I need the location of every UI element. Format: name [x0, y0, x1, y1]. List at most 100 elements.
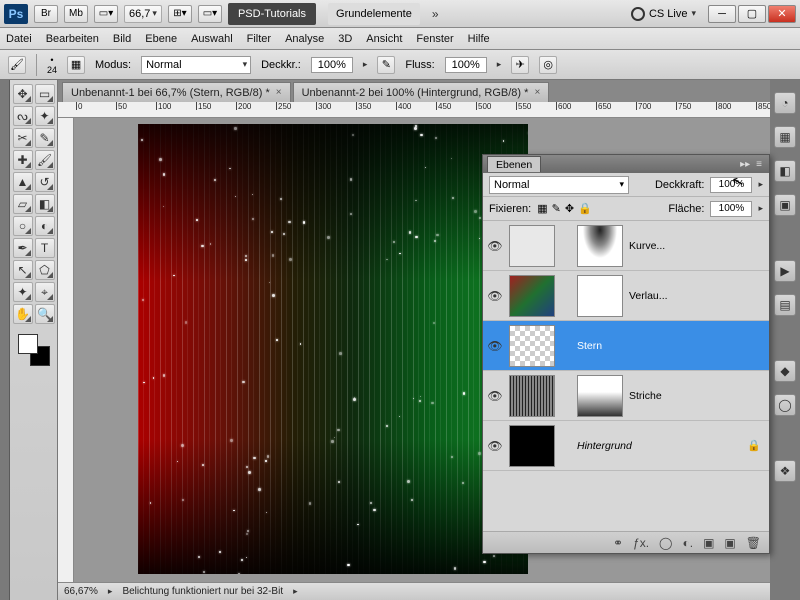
link-layers-icon[interactable]: ⚭ [613, 536, 623, 550]
blur-tool[interactable]: ○ [13, 216, 33, 236]
layers-dock-icon[interactable]: ❖ [774, 460, 796, 482]
pen-tool[interactable]: ✒ [13, 238, 33, 258]
opacity-field[interactable]: 100% [311, 57, 353, 73]
layer-name[interactable]: Striche [629, 390, 765, 402]
menu-ansicht[interactable]: Ansicht [366, 33, 402, 45]
maximize-button[interactable]: ▢ [738, 5, 766, 23]
brush-preview[interactable]: •24 [47, 55, 57, 75]
crop-tool[interactable]: ✂ [13, 128, 33, 148]
visibility-icon[interactable]: 👁 [487, 438, 503, 454]
history-brush-tool[interactable]: ↺ [35, 172, 55, 192]
marquee-tool[interactable]: ▭ [35, 84, 55, 104]
workspace-label[interactable]: Grundelemente [328, 3, 420, 25]
actions-panel-icon[interactable]: ▤ [774, 294, 796, 316]
delete-layer-icon[interactable]: 🗑 [746, 536, 761, 550]
workspace-more-icon[interactable]: » [432, 7, 439, 21]
zoom-dropdown[interactable]: 66,7▾ [124, 5, 162, 23]
canvas[interactable] [138, 124, 528, 574]
color-swatches[interactable] [16, 332, 52, 368]
document-tab[interactable]: Unbenannt-1 bei 66,7% (Stern, RGB/8) *× [62, 82, 291, 102]
layer-thumbnail[interactable] [509, 275, 555, 317]
menu-hilfe[interactable]: Hilfe [468, 33, 490, 45]
minibridge-button[interactable]: Mb [64, 5, 88, 23]
cslive-button[interactable]: CS Live▾ [631, 7, 696, 21]
menu-ebene[interactable]: Ebene [145, 33, 177, 45]
stamp-tool[interactable]: ▲ [13, 172, 33, 192]
layer-group-icon[interactable]: ▣ [703, 536, 714, 550]
pressure-opacity-icon[interactable]: ✎ [377, 56, 395, 74]
swatches-panel-icon[interactable]: ▦ [774, 126, 796, 148]
3d-camera-tool[interactable]: ⌖ [35, 282, 55, 302]
layer-thumbnail[interactable] [509, 425, 555, 467]
layer-row[interactable]: 👁Verlau... [483, 271, 769, 321]
hand-tool[interactable]: ✋ [13, 304, 33, 324]
flow-flyout-icon[interactable]: ▸ [497, 59, 502, 70]
wand-tool[interactable]: ✦ [35, 106, 55, 126]
zoom-tool[interactable]: 🔍 [35, 304, 55, 324]
minimize-button[interactable]: ─ [708, 5, 736, 23]
menu-bild[interactable]: Bild [113, 33, 131, 45]
visibility-icon[interactable]: 👁 [487, 338, 503, 354]
layer-thumbnail[interactable] [509, 375, 555, 417]
horizontal-ruler[interactable]: 0501001502002503003504004505005506006507… [58, 102, 770, 118]
layer-opacity-field[interactable]: 100% [710, 177, 752, 193]
layer-name[interactable]: Stern [577, 340, 765, 352]
status-flyout-icon[interactable]: ▸ [108, 586, 113, 597]
fill-flyout-icon[interactable]: ▸ [758, 203, 763, 214]
mask-thumbnail[interactable] [577, 375, 623, 417]
layer-name[interactable]: Verlau... [629, 290, 765, 302]
lock-transparent-icon[interactable]: ▦ [537, 202, 547, 215]
layer-mask-icon[interactable]: ◯ [659, 536, 672, 550]
screen-mode-button[interactable]: ▭▾ [198, 5, 222, 23]
layer-row[interactable]: 👁 Stern [483, 321, 769, 371]
masks-panel-icon[interactable]: ▣ [774, 194, 796, 216]
menu-analyse[interactable]: Analyse [285, 33, 324, 45]
styles-panel-icon[interactable]: ◆ [774, 360, 796, 382]
close-icon[interactable]: × [534, 87, 540, 98]
opacity-flyout-icon[interactable]: ▸ [363, 59, 368, 70]
brush-tool[interactable]: 🖌 [35, 150, 55, 170]
zoom-extra-button[interactable]: ⊞▾ [168, 5, 192, 23]
status-zoom[interactable]: 66,67% [64, 586, 98, 597]
3d-tool[interactable]: ✦ [13, 282, 33, 302]
flow-field[interactable]: 100% [445, 57, 487, 73]
channels-panel-icon[interactable]: ◯ [774, 394, 796, 416]
foreground-swatch[interactable] [18, 334, 38, 354]
lock-position-icon[interactable]: ✥ [565, 202, 574, 215]
visibility-icon[interactable]: 👁 [487, 238, 503, 254]
path-tool[interactable]: ↖ [13, 260, 33, 280]
menu-fenster[interactable]: Fenster [416, 33, 453, 45]
lock-pixels-icon[interactable]: ✎ [552, 202, 561, 215]
gradient-tool[interactable]: ◧ [35, 194, 55, 214]
new-layer-icon[interactable]: ▣ [724, 536, 735, 550]
healing-tool[interactable]: ✚ [13, 150, 33, 170]
opacity-flyout-icon[interactable]: ▸ [758, 179, 763, 190]
status-flyout-icon[interactable]: ▸ [293, 586, 298, 597]
color-panel-icon[interactable]: ◔ [774, 92, 796, 114]
menu-3d[interactable]: 3D [338, 33, 352, 45]
mask-thumbnail[interactable] [577, 275, 623, 317]
document-tab[interactable]: Unbenannt-2 bei 100% (Hintergrund, RGB/8… [293, 82, 550, 102]
close-icon[interactable]: × [276, 87, 282, 98]
layer-name[interactable]: Kurve... [629, 240, 765, 252]
layer-row[interactable]: 👁Hintergrund🔒 [483, 421, 769, 471]
airbrush-icon[interactable]: ✈ [511, 56, 529, 74]
workspace-switcher[interactable]: PSD-Tutorials [228, 3, 316, 25]
fill-field[interactable]: 100% [710, 201, 752, 217]
layer-fx-icon[interactable]: ƒx. [633, 536, 649, 550]
panel-tab-bar[interactable]: Ebenen ▸▸ ≡ [483, 155, 769, 173]
panel-menu-icon[interactable]: ≡ [753, 159, 765, 170]
layer-thumbnail[interactable] [509, 225, 555, 267]
adjustment-layer-icon[interactable]: ◐. [682, 536, 693, 550]
close-button[interactable]: ✕ [768, 5, 796, 23]
layer-row[interactable]: 👁Striche [483, 371, 769, 421]
menu-filter[interactable]: Filter [247, 33, 271, 45]
type-tool[interactable]: T [35, 238, 55, 258]
brush-panel-icon[interactable]: ▦ [67, 56, 85, 74]
menu-auswahl[interactable]: Auswahl [191, 33, 233, 45]
left-dock-collapse[interactable] [0, 80, 10, 600]
layer-thumbnail[interactable] [509, 325, 555, 367]
layer-row[interactable]: 👁 Kurve... [483, 221, 769, 271]
layer-name[interactable]: Hintergrund [577, 440, 741, 452]
menu-bearbeiten[interactable]: Bearbeiten [46, 33, 99, 45]
